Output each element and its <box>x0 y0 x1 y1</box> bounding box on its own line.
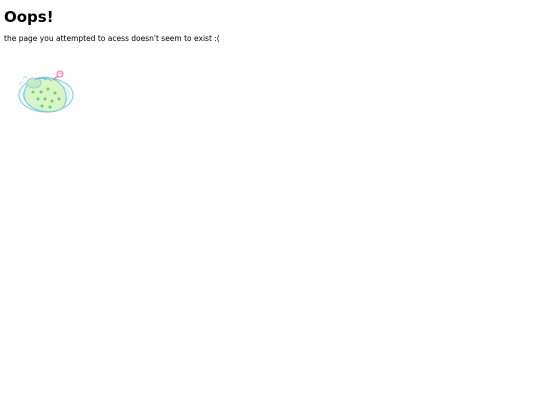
error-message: the page you attempted to acess doesn't … <box>4 34 220 43</box>
error-page: Oops! the page you attempted to acess do… <box>0 0 540 405</box>
sleeping-in-bed-icon <box>15 68 77 118</box>
page-title: Oops! <box>4 8 54 26</box>
